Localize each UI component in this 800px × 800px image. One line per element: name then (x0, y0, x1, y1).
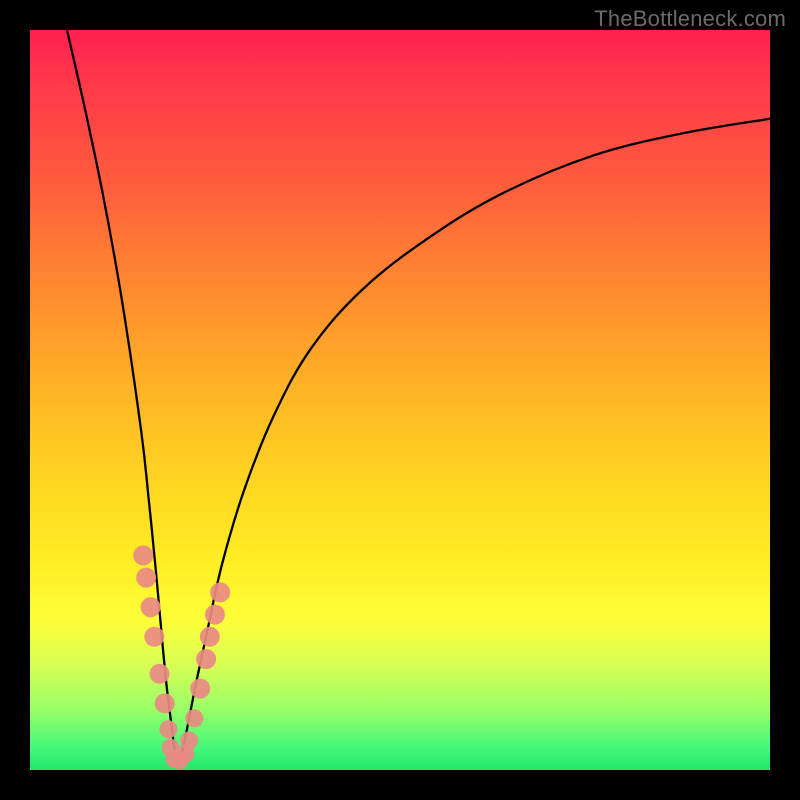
plot-area (30, 30, 770, 770)
chart-svg (30, 30, 770, 770)
marker-dot (141, 597, 161, 617)
marker-dot (205, 605, 225, 625)
marker-layer (133, 545, 230, 769)
curve-right-branch (178, 119, 770, 767)
marker-dot (196, 649, 216, 669)
marker-dot (185, 709, 203, 727)
marker-dot (180, 731, 198, 749)
marker-dot (159, 720, 177, 738)
marker-dot (200, 627, 220, 647)
marker-dot (136, 568, 156, 588)
marker-dot (150, 664, 170, 684)
curve-layer (67, 30, 770, 766)
curve-left-branch (67, 30, 178, 766)
marker-dot (133, 545, 153, 565)
marker-dot (144, 627, 164, 647)
watermark-text: TheBottleneck.com (594, 6, 786, 32)
outer-frame: TheBottleneck.com (0, 0, 800, 800)
marker-dot (155, 693, 175, 713)
marker-dot (190, 679, 210, 699)
marker-dot (210, 582, 230, 602)
